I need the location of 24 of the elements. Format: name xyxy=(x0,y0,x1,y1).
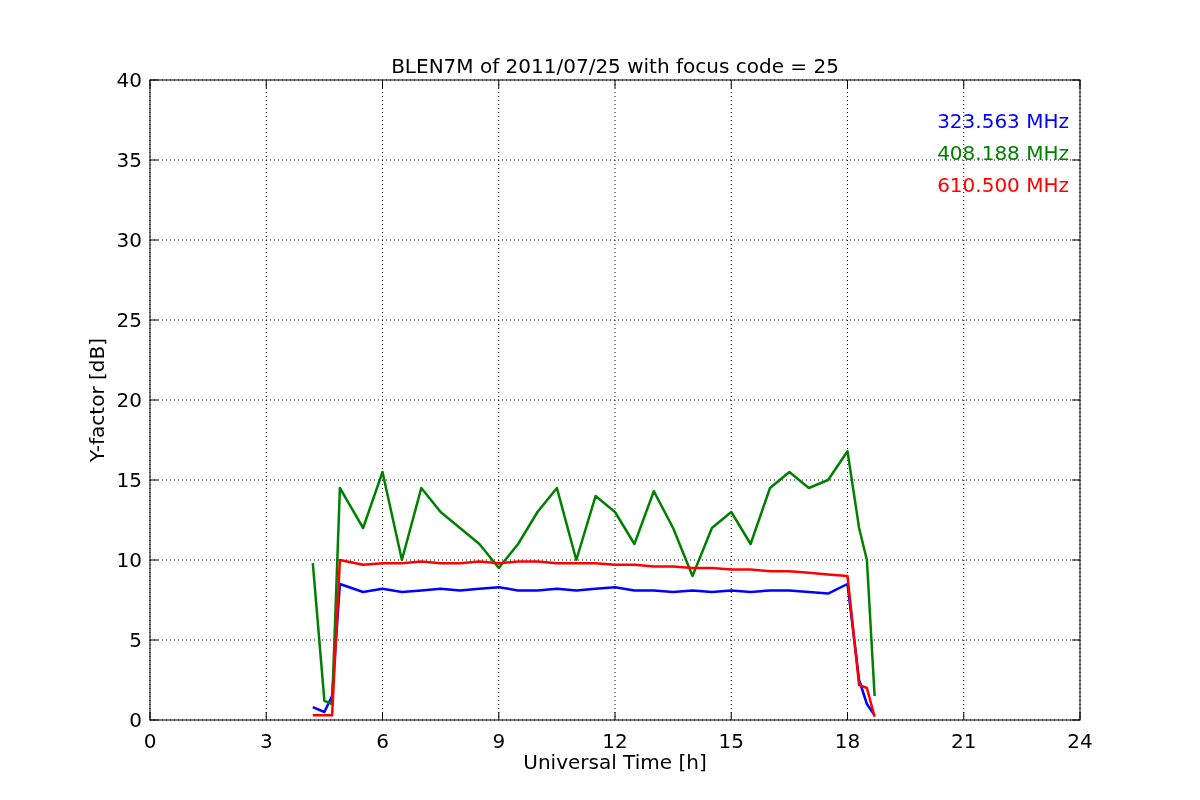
tick-label: 9 xyxy=(492,729,506,753)
y-axis-label: Y-factor [dB] xyxy=(85,338,109,462)
legend-label: 408.188 MHz xyxy=(937,141,1069,165)
tick-label: 24 xyxy=(1067,729,1093,753)
tick-label: 40 xyxy=(116,68,142,92)
tick-label: 12 xyxy=(602,729,628,753)
tick-label: 20 xyxy=(116,388,142,412)
tick-label: 15 xyxy=(116,468,142,492)
tick-label: 0 xyxy=(143,729,157,753)
tick-label: 0 xyxy=(129,708,142,732)
tick-label: 30 xyxy=(116,228,142,252)
tick-label: 3 xyxy=(259,729,273,753)
tick-label: 21 xyxy=(951,729,977,753)
chart-title: BLEN7M of 2011/07/25 with focus code = 25 xyxy=(391,54,839,78)
tick-label: 6 xyxy=(376,729,389,753)
tick-label: 15 xyxy=(718,729,744,753)
tick-label: 5 xyxy=(129,628,142,652)
tick-label: 25 xyxy=(116,308,142,332)
tick-label: 18 xyxy=(834,729,861,753)
legend-label: 610.500 MHz xyxy=(937,173,1069,197)
x-axis-label: Universal Time [h] xyxy=(523,750,707,774)
tick-label: 35 xyxy=(116,148,142,172)
tick-label: 10 xyxy=(116,548,142,572)
legend-label: 323.563 MHz xyxy=(937,109,1069,133)
